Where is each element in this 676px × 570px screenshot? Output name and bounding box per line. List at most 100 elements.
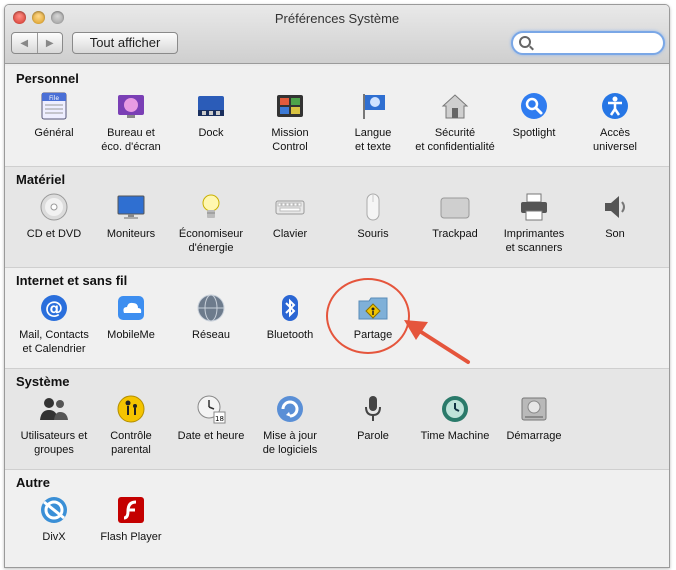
pref-pane-label: Général <box>34 127 74 139</box>
pref-pane-label: Mise à jour de logiciels <box>262 430 318 456</box>
language-flag-icon <box>357 90 389 122</box>
pref-pane-mobileme-cloud[interactable]: MobileMe <box>89 292 173 366</box>
pref-pane-mail-at[interactable]: @ Mail, Contacts et Calendrier <box>12 292 96 366</box>
pref-pane-label: Utilisateurs et groupes <box>20 430 88 456</box>
window-title: Préférences Système <box>274 11 400 26</box>
forward-arrow-icon: ▶ <box>45 37 54 49</box>
pref-pane-network-globe[interactable]: Réseau <box>169 292 253 366</box>
section-title: Système <box>16 374 70 389</box>
pref-pane-label: Souris <box>357 228 389 240</box>
pref-pane-bluetooth[interactable]: Bluetooth <box>248 292 332 366</box>
pref-pane-label: Trackpad <box>432 228 478 240</box>
pref-pane-mouse[interactable]: Souris <box>331 191 415 265</box>
dock-icon <box>195 90 227 122</box>
energy-bulb-icon <box>195 191 227 223</box>
pref-pane-label: Bluetooth <box>266 329 314 341</box>
mission-control-icon <box>274 90 306 122</box>
pref-pane-divx[interactable]: DivX <box>12 494 96 567</box>
svg-text:File: File <box>49 95 59 102</box>
show-all-button[interactable]: Tout afficher <box>72 32 178 54</box>
keyboard-icon <box>274 191 306 223</box>
pref-pane-trackpad[interactable]: Trackpad <box>413 191 497 265</box>
pref-pane-cd-dvd[interactable]: CD et DVD <box>12 191 96 265</box>
pref-pane-label: Bureau et éco. d'écran <box>101 127 161 153</box>
pref-pane-label: MobileMe <box>107 329 155 341</box>
pref-pane-desktop-screensaver[interactable]: Bureau et éco. d'écran <box>89 90 173 164</box>
forward-button[interactable]: ▶ <box>36 33 63 53</box>
mobileme-cloud-icon <box>115 292 147 324</box>
pref-pane-language-flag[interactable]: Langue et texte <box>331 90 415 164</box>
pref-pane-label: Sécurité et confidentialité <box>415 127 495 153</box>
pref-pane-users-groups[interactable]: Utilisateurs et groupes <box>12 393 96 467</box>
search-icon <box>519 36 531 48</box>
search-input[interactable] <box>535 34 659 52</box>
pref-pane-label: Économiseur d'énergie <box>178 228 244 254</box>
pref-pane-label: DivX <box>42 531 66 543</box>
pref-pane-dock[interactable]: Dock <box>169 90 253 164</box>
pref-pane-flash-player[interactable]: Flash Player <box>89 494 173 567</box>
pref-pane-label: Contrôle parental <box>110 430 152 456</box>
pref-pane-energy-bulb[interactable]: Économiseur d'énergie <box>169 191 253 265</box>
parental-control-icon <box>115 393 147 425</box>
pref-pane-label: Son <box>605 228 625 240</box>
pref-pane-label: CD et DVD <box>26 228 82 240</box>
back-forward-control: ◀ ▶ <box>11 32 63 54</box>
pref-pane-date-time[interactable]: 18 Date et heure <box>169 393 253 467</box>
pref-pane-general[interactable]: File Général <box>12 90 96 164</box>
pref-pane-label: Mail, Contacts et Calendrier <box>19 329 89 355</box>
pref-pane-label: Langue et texte <box>354 127 392 153</box>
general-icon: File <box>38 90 70 122</box>
pref-pane-accessibility[interactable]: Accès universel <box>573 90 657 164</box>
cd-dvd-icon <box>38 191 70 223</box>
titlebar: Préférences Système ◀ ▶ Tout afficher <box>5 5 669 64</box>
annotation-circle <box>326 278 410 354</box>
pref-pane-label: Démarrage <box>506 430 562 442</box>
section-title: Personnel <box>16 71 79 86</box>
mouse-icon <box>357 191 389 223</box>
pref-pane-startup-disk[interactable]: Démarrage <box>492 393 576 467</box>
startup-disk-icon <box>518 393 550 425</box>
monitor-icon <box>115 191 147 223</box>
date-time-icon: 18 <box>195 393 227 425</box>
trackpad-icon <box>439 191 471 223</box>
system-preferences-window: Préférences Système ◀ ▶ Tout afficher Pe… <box>4 4 670 568</box>
bluetooth-icon <box>274 292 306 324</box>
pref-pane-label: Imprimantes et scanners <box>503 228 565 254</box>
section-1: Matériel CD et DVD Moniteurs Économiseur d'… <box>5 167 669 268</box>
network-globe-icon <box>195 292 227 324</box>
software-update-icon <box>274 393 306 425</box>
pref-pane-label: Time Machine <box>420 430 490 442</box>
pref-pane-printer[interactable]: Imprimantes et scanners <box>492 191 576 265</box>
section-0: Personnel File Général Bureau et éco. d'écr… <box>5 66 669 167</box>
pref-pane-microphone[interactable]: Parole <box>331 393 415 467</box>
pref-pane-label: Réseau <box>192 329 230 341</box>
pref-pane-parental-control[interactable]: Contrôle parental <box>89 393 173 467</box>
pref-pane-label: Accès universel <box>592 127 638 153</box>
spotlight-icon <box>518 90 550 122</box>
pref-pane-time-machine[interactable]: Time Machine <box>413 393 497 467</box>
pref-pane-spotlight[interactable]: Spotlight <box>492 90 576 164</box>
section-4: Autre DivX Flash Player <box>5 470 669 567</box>
section-title: Matériel <box>16 172 66 187</box>
pref-pane-security-house[interactable]: Sécurité et confidentialité <box>413 90 497 164</box>
pref-pane-mission-control[interactable]: Mission Control <box>248 90 332 164</box>
divx-icon <box>38 494 70 526</box>
pref-pane-label: Parole <box>357 430 389 442</box>
security-house-icon <box>439 90 471 122</box>
search-field[interactable] <box>511 31 665 55</box>
svg-text:@: @ <box>45 298 63 319</box>
pref-pane-label: Moniteurs <box>106 228 156 240</box>
section-title: Autre <box>16 475 50 490</box>
mail-at-icon: @ <box>38 292 70 324</box>
back-arrow-icon: ◀ <box>20 37 29 49</box>
printer-icon <box>518 191 550 223</box>
pref-pane-software-update[interactable]: Mise à jour de logiciels <box>248 393 332 467</box>
desktop-screensaver-icon <box>115 90 147 122</box>
pref-pane-speaker[interactable]: Son <box>573 191 657 265</box>
time-machine-icon <box>439 393 471 425</box>
pref-pane-keyboard[interactable]: Clavier <box>248 191 332 265</box>
users-groups-icon <box>38 393 70 425</box>
back-button[interactable]: ◀ <box>12 33 37 53</box>
pref-pane-monitor[interactable]: Moniteurs <box>89 191 173 265</box>
svg-text:18: 18 <box>215 415 224 423</box>
